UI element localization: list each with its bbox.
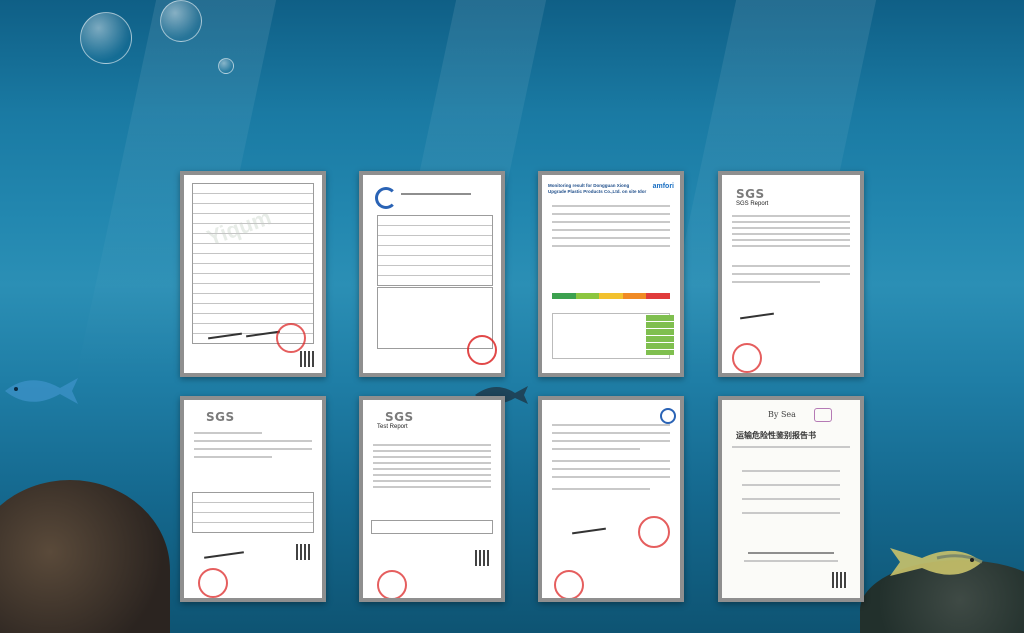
amfori-logo: amfori xyxy=(652,183,674,190)
by-sea-logo: By Sea xyxy=(768,410,796,419)
fish-icon xyxy=(890,548,983,576)
red-stamp xyxy=(377,570,407,598)
seabed-rock xyxy=(0,480,170,633)
signature xyxy=(572,527,606,535)
certificate-card[interactable] xyxy=(538,396,684,602)
accreditation-logo-icon xyxy=(660,408,676,424)
bubble xyxy=(160,0,202,42)
red-stamp xyxy=(198,568,228,598)
fish-icon xyxy=(5,378,78,404)
certificate-card[interactable] xyxy=(359,171,505,377)
certificate-document xyxy=(542,400,680,598)
company-logo-icon xyxy=(375,187,397,209)
qr-code-icon xyxy=(300,351,316,367)
certificate-document: Monitoring result for Dongguan Xiong Upg… xyxy=(542,175,680,373)
rating-scale xyxy=(552,293,670,299)
certificate-document: SGS Test Report xyxy=(363,400,501,598)
qr-code-icon xyxy=(832,572,848,588)
sgs-logo: SGS xyxy=(736,187,765,201)
bubble xyxy=(80,12,132,64)
red-stamp xyxy=(638,516,670,548)
form-table xyxy=(192,183,314,344)
red-stamp xyxy=(467,335,497,365)
form-table xyxy=(377,215,493,286)
red-stamp xyxy=(554,570,584,598)
certificate-card[interactable]: SGS xyxy=(180,396,326,602)
document-title: Monitoring result for Dongguan Xiong Upg… xyxy=(548,183,647,194)
certificate-document: SGS xyxy=(184,400,322,598)
agency-logo-icon xyxy=(814,408,832,422)
certificate-document xyxy=(363,175,501,373)
certificate-card[interactable]: Monitoring result for Dongguan Xiong Upg… xyxy=(538,171,684,377)
certificate-card[interactable]: By Sea 运输危险性鉴别报告书 xyxy=(718,396,864,602)
bubble xyxy=(218,58,234,74)
sgs-logo: SGS xyxy=(206,410,235,424)
red-stamp xyxy=(732,343,762,373)
qr-code-icon xyxy=(296,544,312,560)
signature xyxy=(204,551,244,559)
document-title: SGS Report xyxy=(736,201,769,207)
result-indicators xyxy=(646,315,674,355)
certificate-document: Yiqum xyxy=(184,175,322,373)
red-stamp xyxy=(276,323,306,353)
underwater-background xyxy=(0,0,1024,633)
sgs-logo: SGS xyxy=(385,410,414,424)
signature xyxy=(740,312,774,320)
certificate-document: By Sea 运输危险性鉴别报告书 xyxy=(722,400,860,598)
certificate-document: SGS SGS Report xyxy=(722,175,860,373)
results-table xyxy=(192,492,314,533)
document-title: 运输危险性鉴别报告书 xyxy=(736,431,816,440)
certificate-card[interactable]: Yiqum xyxy=(180,171,326,377)
certificate-card[interactable]: SGS Test Report xyxy=(359,396,505,602)
qr-code-icon xyxy=(475,550,491,566)
document-title: Test Report xyxy=(377,424,408,430)
certificate-card[interactable]: SGS SGS Report xyxy=(718,171,864,377)
summary-table xyxy=(371,520,493,534)
